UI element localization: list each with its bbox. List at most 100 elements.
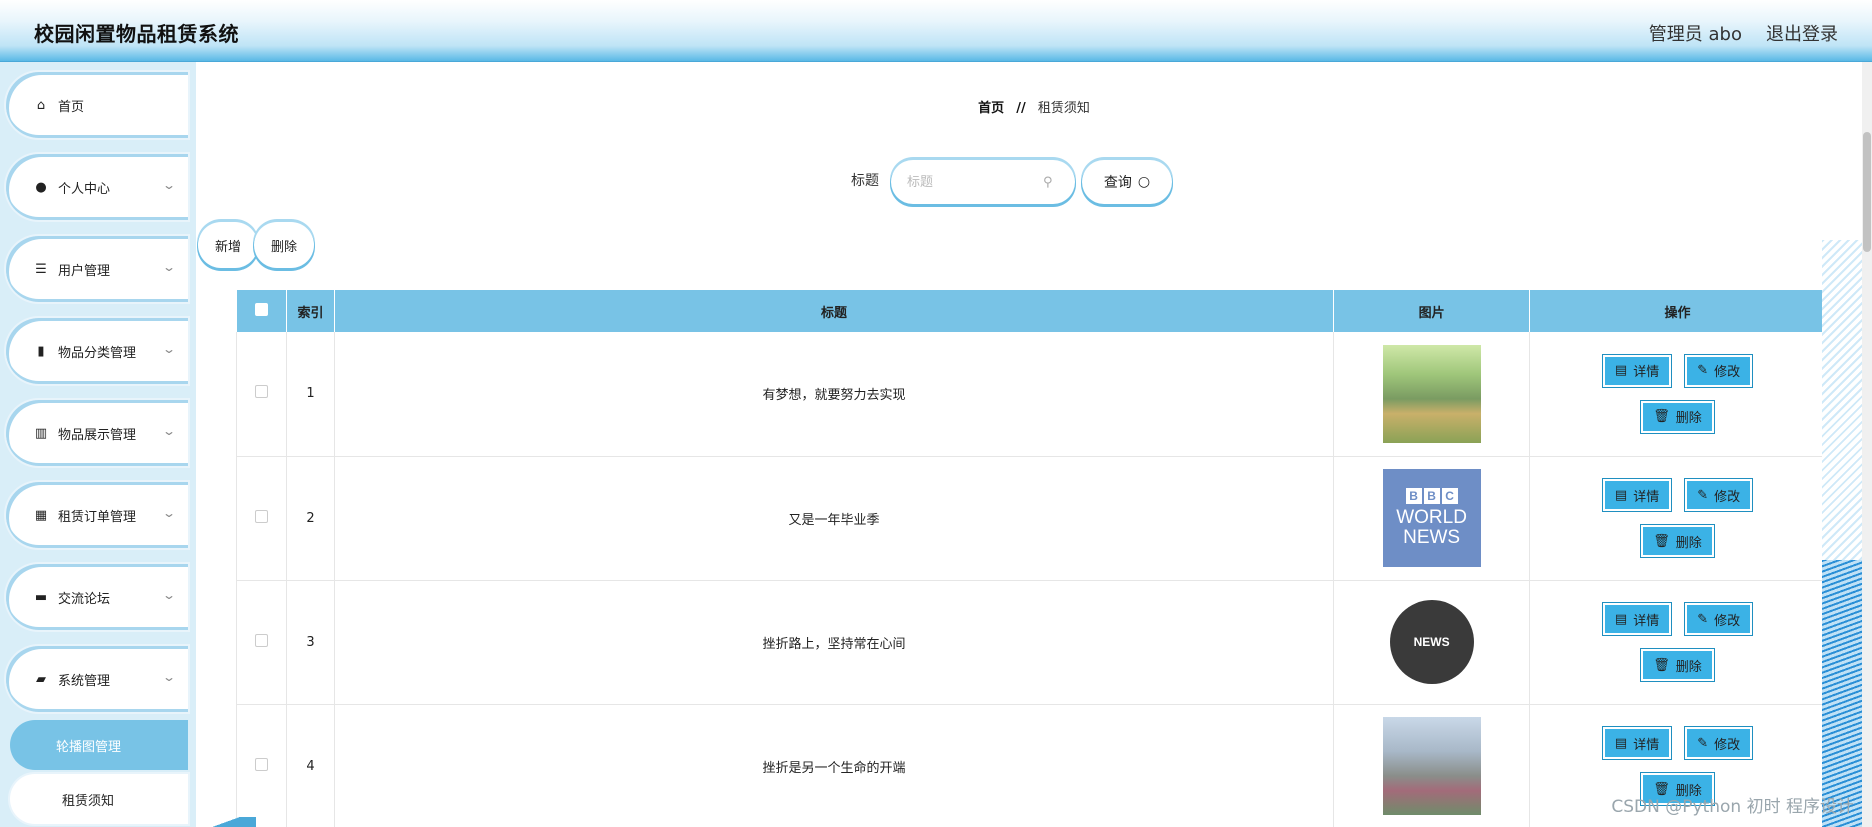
edit-button-label: 修改 — [1714, 737, 1741, 753]
table-row: 3 挫折路上，坚持常在心间 NEWS ▤ 详情 ✎ 修改 🗑 删除 — [236, 580, 1826, 705]
grid-icon: ▦ — [34, 507, 48, 523]
logout-link[interactable]: 退出登录 — [1766, 20, 1838, 46]
sidebar-subitem-carousel-management[interactable]: 轮播图管理 — [10, 720, 188, 770]
sidebar-item-label: 物品分类管理 — [58, 345, 137, 361]
row-image-cell: B B C WORLD NEWS — [1333, 456, 1531, 581]
sidebar-item-item-display-management[interactable]: ▥ 物品展示管理 ⌄ — [6, 400, 188, 466]
delete-button[interactable]: 🗑 删除 — [1640, 524, 1715, 558]
chevron-down-icon: ⌄ — [161, 342, 177, 356]
query-button[interactable]: 查询 ○ — [1084, 162, 1170, 202]
edit-button-label: 修改 — [1714, 489, 1741, 505]
row-checkbox[interactable] — [254, 633, 268, 647]
row-checkbox[interactable] — [254, 757, 268, 771]
table-row: 1 有梦想，就要努力去实现 ▤ 详情 ✎ 修改 🗑 删除 — [236, 332, 1826, 457]
search-input[interactable] — [893, 174, 1043, 190]
home-icon: ⌂ — [36, 97, 46, 113]
pencil-icon: ✎ — [1697, 363, 1709, 379]
sidebar-item-home[interactable]: ⌂ 首页 — [6, 72, 188, 138]
trash-icon: 🗑 — [1653, 657, 1670, 673]
bbc-line1: WORLD — [1396, 507, 1467, 529]
detail-button-label: 详情 — [1633, 365, 1660, 381]
decorative-stripes-blue — [1822, 560, 1862, 827]
trash-icon: 🗑 — [1653, 409, 1670, 425]
row-image-cell: NEWS — [1333, 580, 1531, 705]
sidebar-item-category-management[interactable]: ▮ 物品分类管理 ⌄ — [6, 318, 188, 384]
chat-icon: ▬ — [34, 589, 48, 605]
breadcrumb-separator: // — [1016, 101, 1026, 116]
detail-button[interactable]: ▤ 详情 — [1601, 478, 1673, 512]
edit-button[interactable]: ✎ 修改 — [1684, 478, 1754, 512]
detail-button-label: 详情 — [1633, 489, 1660, 505]
chevron-down-icon: ⌄ — [161, 424, 177, 438]
document-icon: ▤ — [1614, 611, 1628, 627]
app-title: 校园闲置物品租赁系统 — [34, 22, 239, 46]
row-actions-cell: ▤ 详情 ✎ 修改 🗑 删除 — [1529, 332, 1826, 457]
breadcrumb-home[interactable]: 首页 — [978, 101, 1004, 116]
column-header-image: 图片 — [1333, 290, 1531, 332]
detail-button[interactable]: ▤ 详情 — [1601, 353, 1673, 388]
delete-button[interactable]: 🗑 删除 — [1640, 648, 1715, 682]
add-button-label: 新增 — [214, 239, 241, 255]
query-button-label: 查询 — [1103, 175, 1132, 191]
row-index: 4 — [286, 704, 335, 827]
delete-button-label: 删除 — [1675, 535, 1702, 551]
chevron-down-icon: ⌄ — [161, 506, 177, 520]
header-user-area: 管理员 abo 退出登录 — [1649, 20, 1838, 46]
row-index: 3 — [286, 580, 335, 705]
column-header-actions: 操作 — [1529, 290, 1826, 332]
search-label: 标题 — [851, 173, 879, 189]
detail-button[interactable]: ▤ 详情 — [1601, 602, 1673, 636]
bar-chart-icon: ▥ — [34, 425, 48, 441]
sidebar-item-label: 用户管理 — [58, 263, 111, 279]
sidebar-item-label: 系统管理 — [58, 673, 111, 689]
pencil-icon: ✎ — [1697, 487, 1709, 503]
sidebar-item-personal-center[interactable]: ● 个人中心 ⌄ — [6, 154, 188, 220]
add-button[interactable]: 新增 — [200, 224, 256, 266]
sidebar-item-forum[interactable]: ▬ 交流论坛 ⌄ — [6, 564, 188, 630]
sidebar-subitem-label: 租赁须知 — [62, 793, 115, 809]
edit-button[interactable]: ✎ 修改 — [1684, 353, 1754, 388]
select-all-cell — [236, 290, 287, 332]
row-actions-cell: ▤ 详情 ✎ 修改 🗑 删除 — [1529, 456, 1826, 581]
folder-icon: ▰ — [36, 671, 46, 687]
edit-button[interactable]: ✎ 修改 — [1684, 602, 1754, 636]
clipboard-icon: ▮ — [37, 343, 45, 359]
delete-button[interactable]: 🗑 删除 — [1640, 399, 1715, 434]
scrollbar-thumb[interactable] — [1863, 132, 1871, 252]
sidebar-item-label: 物品展示管理 — [58, 427, 137, 443]
detail-button[interactable]: ▤ 详情 — [1601, 726, 1673, 760]
sidebar-item-label: 个人中心 — [58, 181, 111, 197]
sidebar-subitem-rental-notice[interactable]: 租赁须知 — [10, 774, 188, 824]
admin-user-label[interactable]: 管理员 abo — [1649, 20, 1742, 46]
search-box: ⚲ — [893, 162, 1073, 202]
top-header: 校园闲置物品租赁系统 管理员 abo 退出登录 — [0, 0, 1872, 62]
column-header-index: 索引 — [286, 290, 335, 332]
sidebar-item-system-management[interactable]: ▰ 系统管理 ⌄ — [6, 646, 188, 712]
select-all-checkbox[interactable] — [254, 302, 268, 316]
row-index: 1 — [286, 332, 335, 457]
edit-button[interactable]: ✎ 修改 — [1684, 726, 1754, 760]
batch-delete-button[interactable]: 删除 — [256, 224, 312, 266]
sidebar-item-label: 首页 — [58, 99, 85, 115]
search-icon: ○ — [1137, 174, 1151, 190]
delete-button-label: 删除 — [1675, 659, 1702, 675]
vertical-scrollbar[interactable] — [1862, 62, 1872, 827]
bbc-world-news-logo[interactable]: B B C WORLD NEWS — [1382, 469, 1481, 567]
sidebar-item-user-management[interactable]: ☰ 用户管理 ⌄ — [6, 236, 188, 302]
campus-building-photo[interactable] — [1382, 344, 1481, 443]
campus-plaza-photo[interactable] — [1382, 717, 1481, 815]
sidebar-item-rental-order-management[interactable]: ▦ 租赁订单管理 ⌄ — [6, 482, 188, 548]
chevron-down-icon: ⌄ — [161, 670, 177, 684]
pencil-icon: ✎ — [1697, 611, 1709, 627]
table-row: 4 挫折是另一个生命的开端 ▤ 详情 ✎ 修改 🗑 删除 — [236, 704, 1826, 827]
document-icon: ▤ — [1614, 735, 1628, 751]
news-globe-icon[interactable]: NEWS — [1382, 593, 1481, 691]
row-checkbox[interactable] — [254, 385, 268, 399]
row-checkbox[interactable] — [254, 509, 268, 523]
main-content: 首页 // 租赁须知 标题 ⚲ 查询 ○ 新增 删除 索引 标题 图片 操作 — [196, 62, 1872, 827]
search-icon: ⚲ — [1043, 174, 1053, 190]
row-image-cell — [1333, 704, 1531, 827]
row-select-cell — [236, 456, 287, 581]
sidebar-item-label: 交流论坛 — [58, 591, 111, 607]
breadcrumb-current: 租赁须知 — [1037, 101, 1090, 116]
